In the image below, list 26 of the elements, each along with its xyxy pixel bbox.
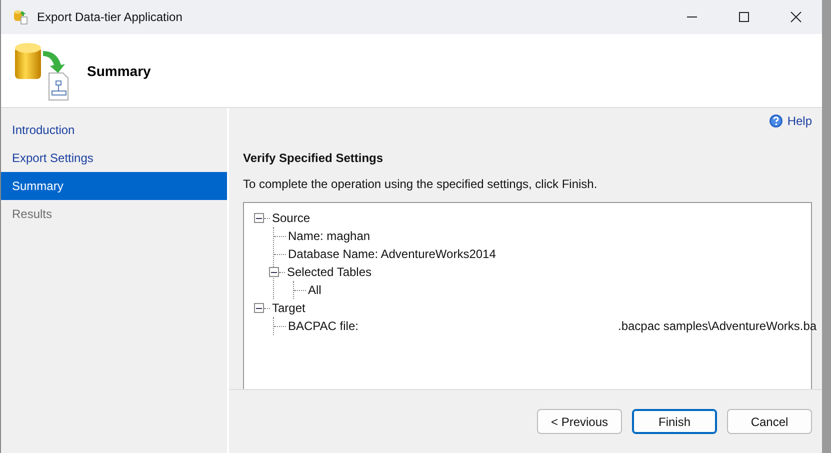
close-icon [790, 11, 802, 23]
collapse-icon[interactable] [254, 303, 264, 313]
file-path: .bacpac samples\AdventureWorks.ba [618, 319, 817, 333]
help-icon [769, 114, 784, 128]
database-export-icon [13, 9, 29, 25]
tree-item[interactable]: Selected Tables [287, 265, 372, 279]
tree-item[interactable]: BACPAC file: [288, 319, 358, 333]
tree-item[interactable]: All [308, 283, 322, 297]
maximize-icon [738, 11, 750, 23]
instruction-text: To complete the operation using the specified settings, click Finish. [243, 177, 598, 191]
sidebar-item[interactable]: Summary [1, 172, 227, 200]
tree-item[interactable]: Name: maghan [288, 229, 370, 243]
collapse-icon[interactable] [254, 213, 264, 223]
sidebar-item[interactable]: Export Settings [1, 144, 227, 172]
tree-item[interactable]: Database Name: AdventureWorks2014 [288, 247, 496, 261]
window-title: Export Data-tier Application [37, 10, 182, 24]
help-link[interactable]: Help [769, 114, 812, 128]
tree-item[interactable]: Source [272, 211, 310, 225]
collapse-icon[interactable] [269, 267, 279, 277]
dialog-button[interactable]: Finish [632, 409, 717, 434]
sidebar-item[interactable]: Introduction [1, 116, 227, 144]
dialog-button[interactable]: Cancel [727, 409, 812, 434]
dialog-button[interactable]: < Previous [537, 409, 622, 434]
tree-item[interactable]: Target [272, 301, 306, 315]
page-title: Summary [87, 62, 151, 78]
section-title: Verify Specified Settings [243, 151, 384, 165]
